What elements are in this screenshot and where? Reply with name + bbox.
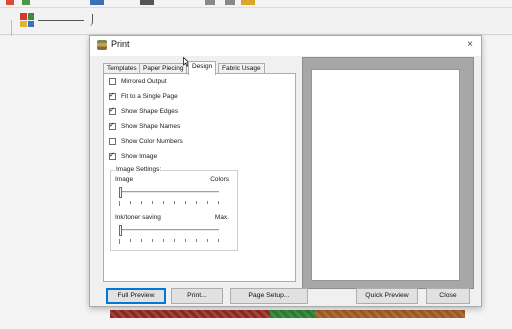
slider-tick-mark bbox=[130, 239, 131, 242]
toolbar-icon-red[interactable] bbox=[6, 0, 14, 5]
slider-tick-mark bbox=[185, 239, 186, 242]
palette-swatch-blue bbox=[27, 20, 34, 27]
image-slider-right-label: Colors bbox=[210, 176, 229, 183]
slider-ticks bbox=[119, 239, 219, 244]
preview-page bbox=[311, 69, 460, 281]
quilt-strip-brown bbox=[315, 310, 465, 318]
checkbox[interactable]: ✓ bbox=[109, 121, 116, 130]
quilt-app-icon bbox=[97, 40, 107, 50]
slider-track bbox=[119, 229, 219, 232]
full-preview-button[interactable]: Full Preview bbox=[106, 288, 166, 304]
tab-design[interactable]: Design bbox=[188, 61, 217, 75]
slider-tick-mark bbox=[141, 201, 142, 204]
palette-swatch-yellow bbox=[20, 20, 27, 27]
slider-tick-mark bbox=[218, 239, 219, 242]
image-settings-group: Image Settings: Image Colors Ink/toner s… bbox=[110, 166, 238, 251]
line-tool-end bbox=[88, 14, 93, 26]
image-slider-left-label: Image bbox=[115, 176, 134, 183]
option-label: Show Image bbox=[121, 152, 158, 160]
slider-tick-mark bbox=[196, 239, 197, 242]
option-show-shape-names[interactable]: ✓ Show Shape Names bbox=[109, 121, 180, 131]
slider-tick-mark bbox=[152, 239, 153, 242]
checkbox-tick: ✓ bbox=[109, 151, 115, 159]
checkbox[interactable] bbox=[109, 137, 116, 145]
color-palette-icon[interactable] bbox=[20, 13, 34, 27]
slider-tick-mark bbox=[152, 201, 153, 204]
slider-tick-mark bbox=[196, 201, 197, 204]
option-label: Mirrored Output bbox=[121, 77, 167, 85]
line-tool-icon[interactable] bbox=[38, 20, 84, 21]
slider-tick-mark bbox=[207, 239, 208, 242]
ink-slider-right-label: Max. bbox=[214, 214, 229, 221]
palette-swatch-green bbox=[27, 13, 34, 20]
print-dialog: Print × Templates Paper Piecing Design F… bbox=[89, 35, 482, 307]
option-fit-to-single-page[interactable]: ✓ Fit to a Single Page bbox=[109, 91, 178, 101]
toolbar-icon-blue[interactable] bbox=[90, 0, 104, 5]
app-toolbar-secondary bbox=[0, 8, 512, 36]
option-show-color-numbers[interactable]: Show Color Numbers bbox=[109, 136, 183, 146]
quick-preview-button[interactable]: Quick Preview bbox=[356, 288, 418, 304]
slider-thumb[interactable] bbox=[119, 187, 122, 198]
slider-tick-mark bbox=[185, 201, 186, 204]
slider-track bbox=[119, 191, 219, 194]
quilt-strip-green bbox=[270, 310, 315, 318]
checkbox-tick: ✓ bbox=[109, 121, 115, 129]
toolbar-icon-gray[interactable] bbox=[205, 0, 215, 5]
toolbar-icon-gray-2[interactable] bbox=[225, 0, 235, 5]
print-preview-area bbox=[302, 57, 474, 289]
option-label: Show Color Numbers bbox=[121, 137, 183, 145]
slider-tick-mark bbox=[207, 201, 208, 204]
checkbox-tick: ✓ bbox=[109, 91, 115, 99]
dialog-titlebar[interactable]: Print × bbox=[90, 36, 481, 56]
page-setup-button[interactable]: Page Setup... bbox=[230, 288, 308, 304]
palette-swatch-red bbox=[20, 13, 27, 20]
slider-tick-mark bbox=[163, 239, 164, 242]
slider-tick-mark bbox=[174, 201, 175, 204]
option-mirrored-output[interactable]: Mirrored Output bbox=[109, 76, 167, 86]
option-show-image[interactable]: ✓ Show Image bbox=[109, 151, 157, 161]
option-label: Fit to a Single Page bbox=[121, 92, 178, 100]
quilt-strip-red bbox=[110, 310, 270, 318]
design-tab-panel: Mirrored Output ✓ Fit to a Single Page ✓… bbox=[103, 73, 296, 282]
ink-toner-slider[interactable] bbox=[119, 225, 229, 247]
close-button[interactable]: Close bbox=[426, 288, 470, 304]
image-slider[interactable] bbox=[119, 187, 229, 209]
toolbar-icon-dark[interactable] bbox=[140, 0, 154, 5]
checkbox[interactable]: ✓ bbox=[109, 91, 116, 100]
slider-tick-mark bbox=[218, 201, 219, 204]
checkbox[interactable] bbox=[109, 77, 116, 85]
close-icon[interactable]: × bbox=[467, 39, 473, 50]
toolbar-icon-yellow[interactable] bbox=[241, 0, 255, 5]
option-label: Show Shape Names bbox=[121, 122, 181, 130]
slider-ticks bbox=[119, 201, 219, 206]
checkbox[interactable]: ✓ bbox=[109, 151, 116, 160]
slider-tick-mark bbox=[141, 239, 142, 242]
toolbar-separator bbox=[11, 20, 12, 36]
option-show-shape-edges[interactable]: ✓ Show Shape Edges bbox=[109, 106, 178, 116]
slider-thumb[interactable] bbox=[119, 225, 122, 236]
slider-tick-mark bbox=[130, 201, 131, 204]
toolbar-icon-green[interactable] bbox=[22, 0, 30, 5]
option-label: Show Shape Edges bbox=[121, 107, 179, 115]
checkbox[interactable]: ✓ bbox=[109, 106, 116, 115]
slider-tick-mark bbox=[174, 239, 175, 242]
checkbox-tick: ✓ bbox=[109, 106, 115, 114]
dialog-title: Print bbox=[111, 39, 130, 49]
print-button[interactable]: Print... bbox=[171, 288, 223, 304]
slider-tick-mark bbox=[119, 201, 120, 206]
image-settings-label: Image Settings: bbox=[115, 166, 163, 173]
ink-slider-left-label: Ink/toner saving bbox=[115, 214, 161, 221]
slider-tick-mark bbox=[163, 201, 164, 204]
app-toolbar-top bbox=[0, 0, 512, 8]
slider-tick-mark bbox=[119, 239, 120, 244]
